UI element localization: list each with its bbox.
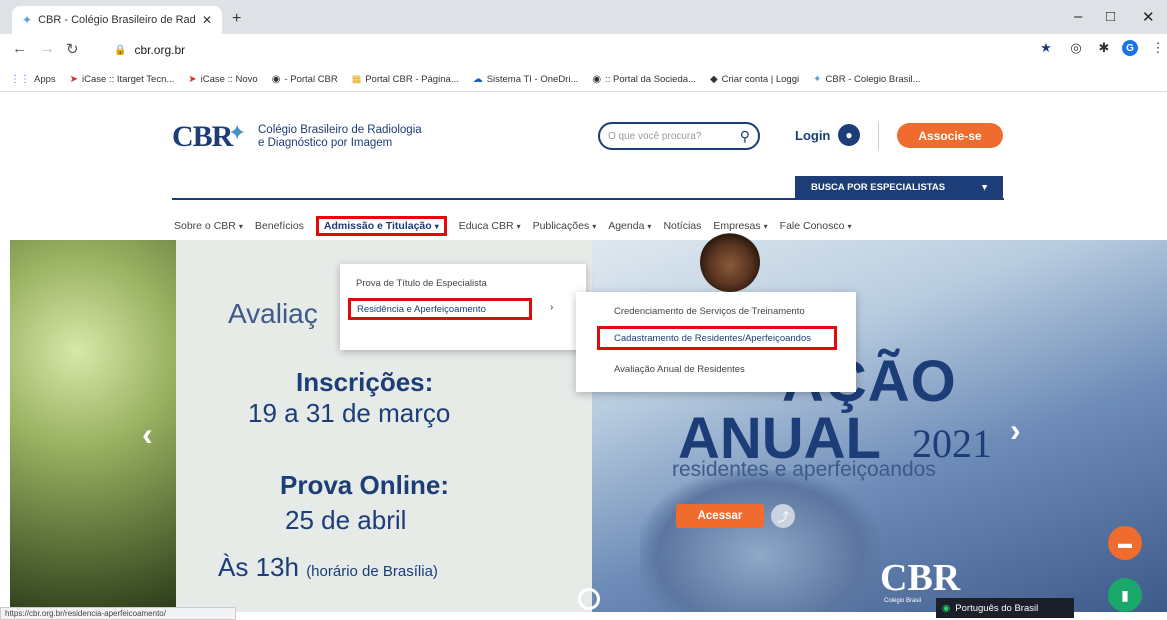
profile-avatar-icon[interactable]: G	[1122, 40, 1138, 56]
reload-icon[interactable]: ↻	[66, 40, 79, 58]
prova-date: 25 de abril	[285, 505, 407, 535]
chevron-down-icon: ▾	[847, 221, 852, 231]
share-icon[interactable]: ⤴	[771, 504, 795, 528]
search-icon[interactable]: ⚲	[740, 128, 750, 145]
bookmark-item[interactable]: ✦ CBR - Colegio Brasil...	[813, 74, 920, 85]
chevron-down-icon: ▾	[434, 221, 439, 231]
menu-dots-icon[interactable]: ⋮	[1150, 40, 1166, 56]
divider	[878, 122, 879, 150]
bookmark-item[interactable]: ⋮⋮ Apps	[10, 74, 56, 85]
nav-item-publicacoes[interactable]: Publicações ▾	[533, 220, 597, 232]
bookmark-item[interactable]: ▦ Portal CBR - Página...	[352, 74, 459, 85]
cbr-bird-icon: ✦	[228, 120, 247, 145]
residencia-submenu: Credenciamento de Serviços de Treinament…	[576, 292, 856, 392]
carousel-pager-icon[interactable]	[578, 588, 600, 610]
logo-text: Colégio Brasileiro de Radiologia e Diagn…	[258, 124, 422, 149]
address-bar[interactable]: 🔒 cbr.org.br	[108, 39, 1033, 61]
nav-item-empresas[interactable]: Empresas ▾	[713, 220, 767, 232]
extension-icon[interactable]: ◎	[1068, 40, 1084, 56]
chevron-down-icon: ▾	[516, 221, 521, 231]
nav-item-agenda[interactable]: Agenda ▾	[608, 220, 651, 232]
status-bar: https://cbr.org.br/residencia-aperfeicoa…	[0, 607, 236, 620]
target-icon: ➤	[69, 74, 79, 85]
nav-item-educa[interactable]: Educa CBR ▾	[459, 220, 521, 232]
star-icon[interactable]: ★	[1038, 40, 1054, 56]
chevron-down-icon: ▾	[982, 181, 987, 193]
chevron-down-icon: ▾	[592, 221, 597, 231]
grid-icon: ▦	[351, 74, 362, 85]
carousel-next-icon[interactable]: ›	[1010, 412, 1021, 449]
associe-button[interactable]: Associe-se	[897, 123, 1003, 148]
login-link[interactable]: Login	[795, 128, 830, 143]
user-icon[interactable]: ●	[838, 124, 860, 146]
chevron-down-icon: ▾	[763, 221, 768, 231]
puzzle-icon[interactable]: ✱	[1096, 40, 1112, 56]
cbr-icon: ✦	[813, 74, 822, 85]
close-tab-icon[interactable]: ✕	[202, 13, 212, 27]
inscricoes-dates: 19 a 31 de março	[248, 398, 451, 428]
minimize-icon[interactable]: –	[1074, 8, 1082, 25]
menu-item-prova-titulo[interactable]: Prova de Título de Especialista	[356, 278, 487, 289]
apps-icon: ⋮⋮	[10, 74, 30, 85]
phone-icon[interactable]: ▮	[1108, 578, 1142, 612]
cloud-icon: ☁	[472, 74, 483, 85]
bookmark-item[interactable]: ◉:: Portal da Socieda...	[592, 74, 696, 85]
bookmark-item[interactable]: ➤ iCase :: Itarget Tecn...	[70, 74, 175, 85]
bookmarks-bar: ⋮⋮ Apps ➤ iCase :: Itarget Tecn... ➤ iCase …	[0, 68, 1167, 92]
busca-especialistas-button[interactable]: BUSCA POR ESPECIALISTAS ▾	[795, 176, 1003, 198]
menu-item-residencia[interactable]: Residência e Aperfeiçoamento	[348, 298, 532, 320]
cbr-watermark-sub: Colégio Brasil	[884, 598, 922, 604]
woman-photo	[700, 232, 760, 292]
hero-title-left: Avaliaç	[228, 298, 318, 329]
maximize-icon[interactable]: □	[1106, 8, 1115, 25]
chevron-down-icon: ▾	[238, 221, 243, 231]
nav-item-noticias[interactable]: Notícias	[663, 220, 701, 232]
cbr-logo[interactable]: CBR	[172, 120, 233, 154]
cbr-watermark-logo: CBR	[880, 557, 961, 599]
nav-item-admissao[interactable]: Admissão e Titulação ▾	[315, 216, 447, 236]
forward-icon[interactable]: →	[40, 40, 55, 57]
prova-online-label: Prova Online:	[280, 470, 450, 500]
header-rule	[172, 198, 1004, 200]
carousel-prev-icon[interactable]: ‹	[142, 416, 153, 453]
url-text: cbr.org.br	[134, 43, 186, 57]
language-selector[interactable]: ◉ Português do Brasil	[936, 598, 1074, 618]
menu-item-cadastramento[interactable]: Cadastramento de Residentes/Aperfeiçoand…	[597, 326, 837, 350]
browser-tab[interactable]: ✦ CBR - Colégio Brasileiro de Radi... ✕	[12, 6, 222, 34]
inscricoes-label: Inscrições:	[296, 367, 434, 397]
main-nav: Sobre o CBR ▾ Benefícios Admissão e Titul…	[174, 216, 852, 236]
nav-item-beneficios[interactable]: Benefícios	[255, 220, 304, 232]
menu-item-credenciamento[interactable]: Credenciamento de Serviços de Treinament…	[614, 306, 805, 317]
new-tab-icon[interactable]: +	[232, 10, 241, 28]
bookmark-item[interactable]: ◉ - Portal CBR	[272, 74, 338, 85]
cbr-favicon-icon: ✦	[22, 13, 33, 27]
hand-image	[640, 470, 880, 612]
chat-icon[interactable]: ▬	[1108, 526, 1142, 560]
close-window-icon[interactable]: ✕	[1142, 8, 1155, 26]
back-icon[interactable]: ←	[12, 40, 27, 57]
globe-icon: ◉	[592, 74, 602, 85]
target-icon: ➤	[188, 74, 197, 85]
bookmark-item[interactable]: ◆ Criar conta | Loggi	[710, 74, 799, 85]
eye-icon: ◉	[942, 602, 951, 614]
chevron-right-icon: ›	[550, 302, 554, 313]
nav-item-fale-conosco[interactable]: Fale Conosco ▾	[780, 220, 852, 232]
acessar-button[interactable]: Acessar	[676, 504, 764, 528]
bookmark-item[interactable]: ☁ Sistema TI - OneDri...	[473, 74, 579, 85]
hero-left-image	[10, 240, 178, 612]
admissao-dropdown: Prova de Título de Especialista Residênc…	[340, 264, 586, 350]
nav-item-sobre[interactable]: Sobre o CBR ▾	[174, 220, 243, 232]
prova-time: Às 13h (horário de Brasília)	[218, 552, 438, 582]
chevron-down-icon: ▾	[647, 221, 652, 231]
hero-subtitle: residentes e aperfeiçoandos	[672, 458, 936, 481]
menu-item-avaliacao-anual[interactable]: Avaliação Anual de Residentes	[614, 364, 745, 375]
globe-icon: ◉	[271, 74, 281, 85]
site-search-input[interactable]: O que você procura? ⚲	[598, 122, 760, 150]
bookmark-item[interactable]: ➤ iCase :: Novo	[188, 74, 257, 85]
diamond-icon: ◆	[709, 74, 718, 85]
tab-title: CBR - Colégio Brasileiro de Radi...	[38, 14, 196, 26]
lock-icon: 🔒	[114, 44, 127, 56]
